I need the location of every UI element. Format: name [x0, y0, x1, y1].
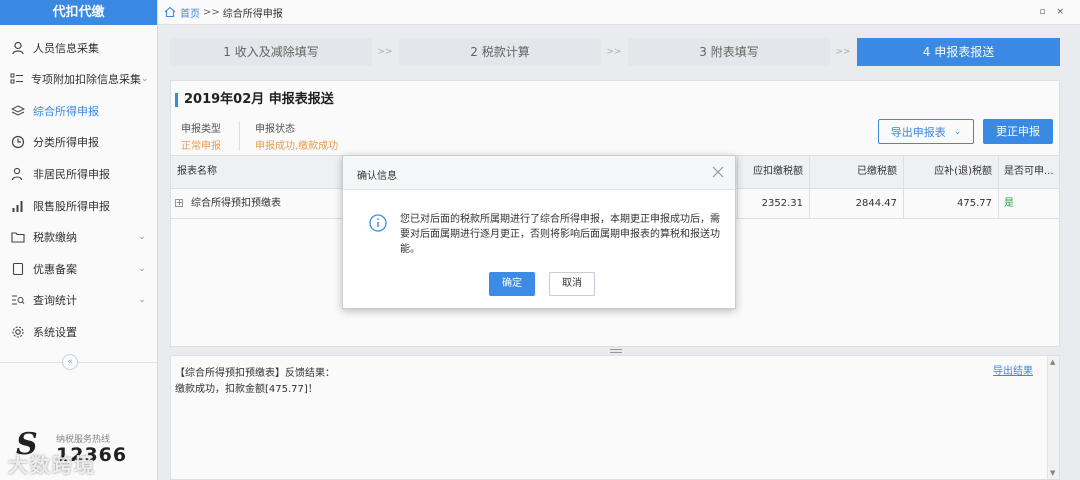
confirm-button[interactable]: 确定	[489, 272, 535, 296]
close-icon[interactable]	[709, 163, 727, 181]
info-icon	[369, 214, 387, 232]
dialog-header: 确认信息	[343, 156, 735, 190]
dialog-message: 您已对后面的税款所属期进行了综合所得申报，本期更正申报成功后，需要对后面属期进行…	[400, 214, 720, 255]
confirm-dialog: 确认信息 您已对后面的税款所属期进行了综合所得申报，本期更正申报成功后，需要对后…	[342, 155, 736, 309]
dialog-title: 确认信息	[357, 171, 397, 182]
cancel-button[interactable]: 取消	[549, 272, 595, 296]
